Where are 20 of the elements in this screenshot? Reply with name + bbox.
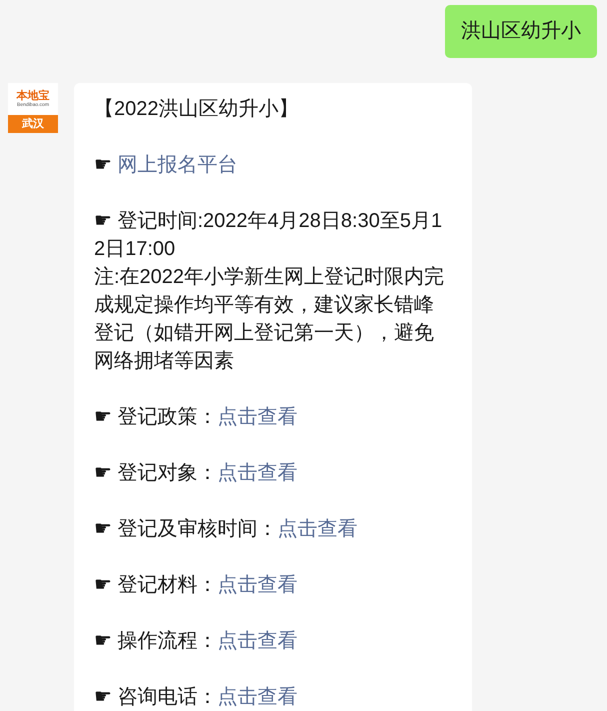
- link-line: ☛ 网上报名平台: [94, 153, 238, 178]
- message-text: ☛ 登记时间:2022年4月28日8:30至5月12日17:00: [94, 210, 442, 260]
- link[interactable]: 点击查看: [278, 518, 358, 540]
- link-line: ☛ 登记对象：点击查看: [94, 461, 298, 486]
- link-line: ☛ 登记及审核时间：点击查看: [94, 517, 358, 542]
- sent-message-bubble: 洪山区幼升小: [445, 5, 597, 58]
- link-line: ☛ 操作流程：点击查看: [94, 629, 298, 654]
- link[interactable]: 点击查看: [218, 630, 298, 652]
- link[interactable]: 点击查看: [218, 406, 298, 428]
- link-line: ☛ 咨询电话：点击查看: [94, 685, 298, 710]
- link-line: ☛ 登记材料：点击查看: [94, 573, 298, 598]
- note-text: 注:在2022年小学新生网上登记时限内完成规定操作均平等有效，建议家长错峰登记（如错开网上登记第一天），避免网络拥堵等因素: [94, 266, 444, 372]
- logo-text: 本地宝: [16, 90, 50, 102]
- link-line: ☛ 登记政策：点击查看: [94, 405, 298, 430]
- link[interactable]: 点击查看: [218, 686, 298, 708]
- link[interactable]: 点击查看: [218, 462, 298, 484]
- link[interactable]: 网上报名平台: [118, 154, 238, 176]
- link[interactable]: 点击查看: [218, 574, 298, 596]
- message-title: 【2022洪山区幼升小】: [94, 97, 300, 122]
- logo-city-text: 武汉: [8, 115, 58, 133]
